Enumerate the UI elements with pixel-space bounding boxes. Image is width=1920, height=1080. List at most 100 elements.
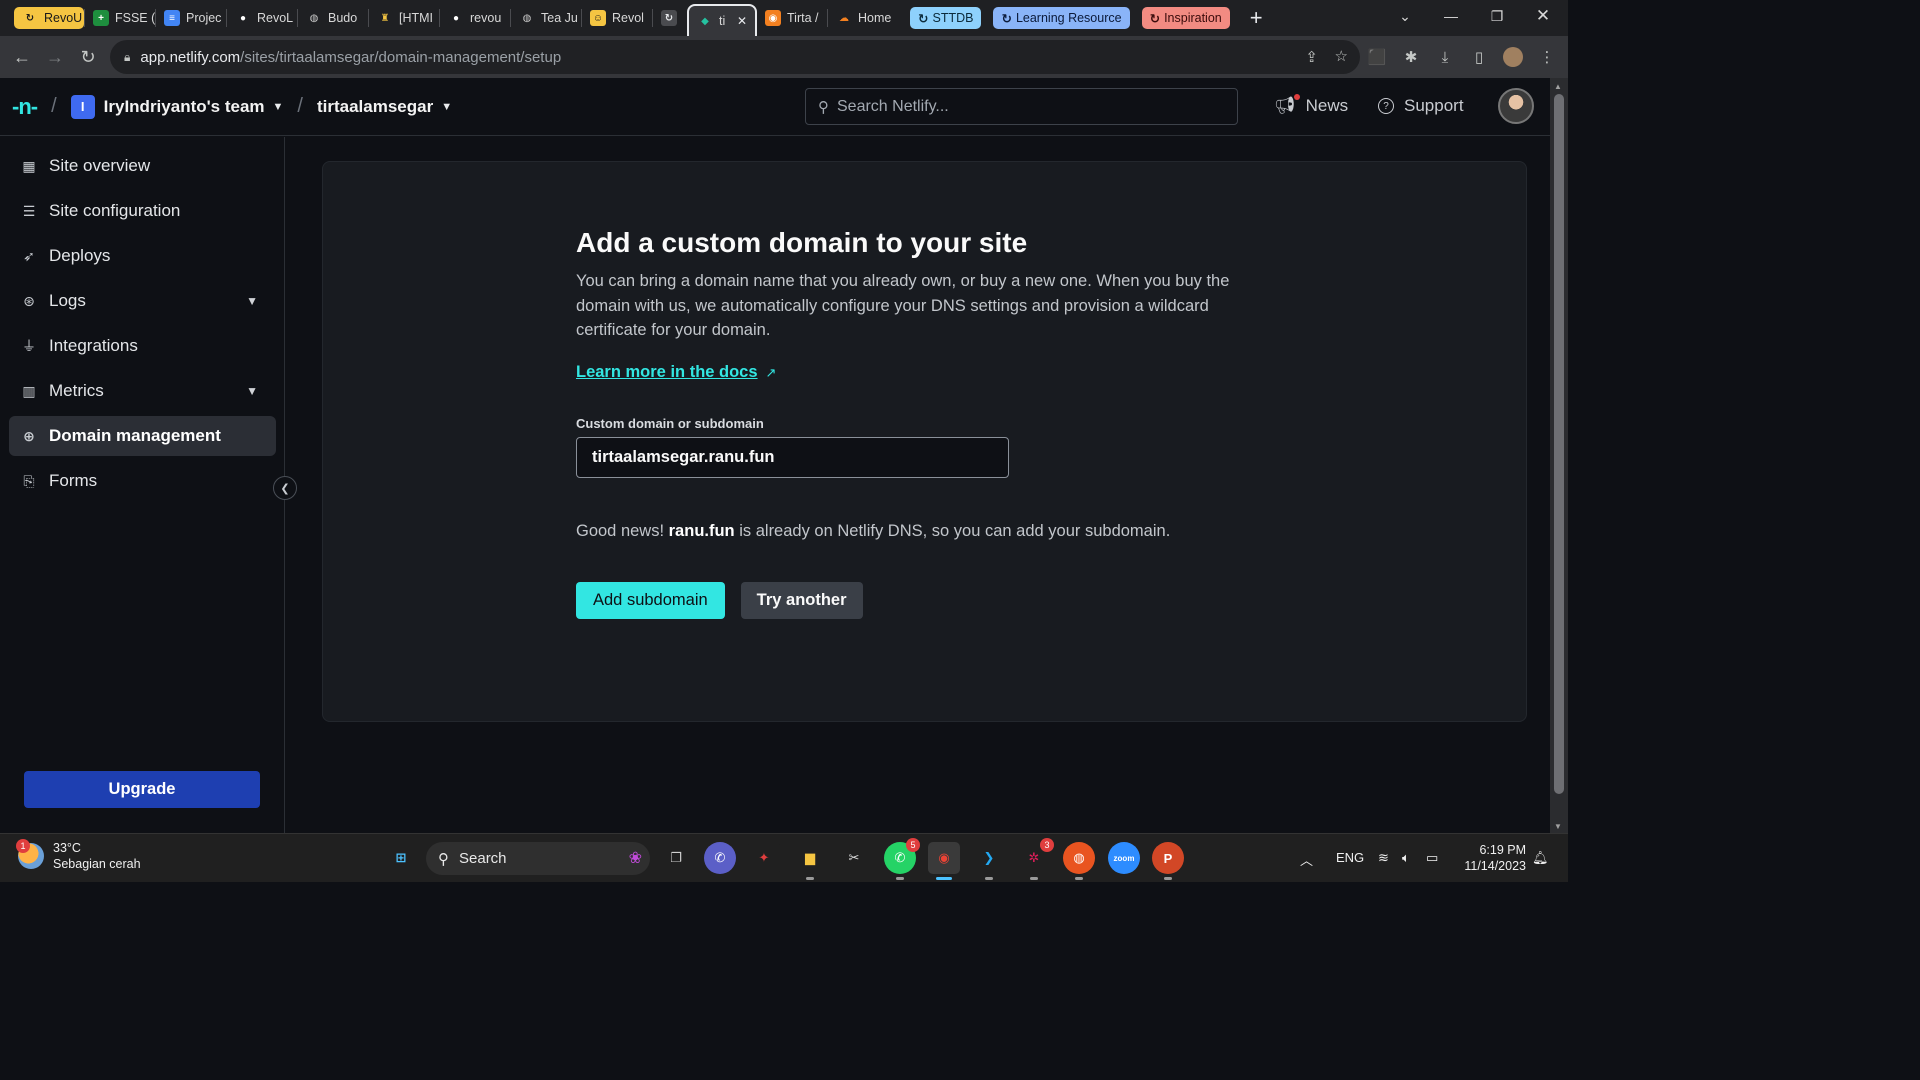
lock-icon: 🔒︎ [124,49,131,64]
close-window-button[interactable]: ✕ [1520,0,1566,32]
notification-bell-icon[interactable]: 🔔︎ [1532,850,1549,866]
browser-tab[interactable]: ● RevoL [227,4,297,32]
new-tab-button[interactable]: + [1250,5,1263,31]
tab-group-list: ↻ STTDB ↻ Learning Resource ↻ Inspiration [904,7,1236,29]
sidebar-item-metrics[interactable]: ▥ Metrics ▼ [9,371,276,411]
taskbar-search[interactable]: ⚲ Search ❀ [426,842,650,875]
tab-search-icon[interactable]: ⌄ [1382,0,1428,32]
maximize-button[interactable]: ❐ [1474,0,1520,32]
scroll-up-icon[interactable]: ▲ [1554,82,1562,91]
pdf-extension-icon[interactable]: ⬛ [1364,41,1390,73]
chrome-icon[interactable]: ◉ [928,842,960,880]
sidebar-item-integrations[interactable]: ⏚ Integrations [9,326,276,366]
chevron-down-icon[interactable]: ▼ [246,384,258,398]
browser-tab[interactable]: ☁ Home [828,4,898,32]
upgrade-button[interactable]: Upgrade [24,771,260,808]
scroll-down-icon[interactable]: ▼ [1554,822,1562,831]
app-red-icon[interactable]: ✦ [748,842,780,874]
user-avatar[interactable] [1498,88,1534,124]
browser-tab[interactable]: ≡ Projec [156,4,226,32]
battery-icon[interactable]: ▭ [1426,850,1438,866]
browser-menu-icon[interactable]: ⋮ [1534,41,1560,73]
browser-tab[interactable]: ◍ Budo [298,4,368,32]
snipping-tool-icon[interactable]: ✂ [838,842,870,874]
weather-notification-badge: 1 [16,839,30,853]
windows-start-icon[interactable]: ⊞ [385,842,417,874]
browser-tab[interactable]: ☺ Revol [582,4,652,32]
try-another-button[interactable]: Try another [740,581,863,619]
tab-favicon-icon: ● [235,10,251,26]
search-netlify-input[interactable]: ⚲ Search Netlify... [805,88,1238,125]
sidebar-item-forms[interactable]: ⎘ Forms [9,461,276,501]
sidebar-item-site-overview[interactable]: ▦ Site overview [9,146,276,186]
chevron-down-icon: ▼ [272,100,284,113]
file-explorer-icon[interactable]: ▆ [794,842,826,880]
share-icon[interactable]: ⇪ [1305,48,1318,66]
wifi-icon[interactable]: ≋ [1378,850,1389,866]
minimize-button[interactable]: — [1428,0,1474,32]
system-clock[interactable]: 6:19 PM 11/14/2023 [1456,842,1526,874]
download-icon[interactable]: ⤓ [1432,41,1458,73]
collapse-sidebar-button[interactable]: ❮ [273,476,297,500]
clock-time: 6:19 PM [1479,843,1526,857]
taskbar-app-glyph: zoom [1113,853,1135,863]
browser-tab[interactable]: ● revou [440,4,510,32]
custom-domain-input[interactable] [576,436,1009,478]
back-icon[interactable]: ← [6,41,38,73]
sliders-icon: ☰ [22,202,36,219]
chevron-down-icon[interactable]: ▼ [246,294,258,308]
tab-favicon-icon: ◍ [519,10,535,26]
zoom-icon[interactable]: zoom [1108,842,1140,874]
address-bar[interactable]: 🔒︎ app.netlify.com/sites/tirtaalamsegar/… [110,40,1360,74]
side-panel-icon[interactable]: ▯ [1466,41,1492,73]
tab-title: Tea Ju [541,11,578,25]
browser-tab[interactable]: ↻ RevoU [14,7,84,29]
browser-tab[interactable]: ◉ Tirta / [757,4,827,32]
support-link[interactable]: ? Support [1378,96,1464,116]
site-switcher[interactable]: tirtaalamsegar ▼ [317,97,452,117]
netlify-logo[interactable]: -n- [12,94,38,120]
vscode-icon[interactable]: ❯ [973,842,1005,880]
show-hidden-icons-icon[interactable]: ︿ [1300,850,1313,869]
profile-avatar[interactable] [1500,41,1526,73]
sidebar-item-label: Integrations [49,336,138,355]
bookmark-star-icon[interactable]: ☆ [1335,47,1348,65]
tab-group-chip[interactable]: ↻ Learning Resource [993,7,1130,29]
scroll-thumb[interactable] [1554,94,1564,794]
form-actions: Add subdomain Try another [576,581,1236,619]
sidebar-item-logs[interactable]: ⊛ Logs ▼ [9,281,276,321]
browser-tab[interactable]: ◍ Tea Ju [511,4,581,32]
team-switcher[interactable]: I IryIndriyanto's team ▼ [70,94,284,119]
sidebar-item-site-configuration[interactable]: ☰ Site configuration [9,191,276,231]
tab-favicon-icon: ☺ [590,10,606,26]
task-view-icon[interactable]: ❐ [660,842,692,874]
learn-more-docs-link[interactable]: Learn more in the docs [576,363,758,382]
browser-tab[interactable]: ↻ [653,4,687,32]
browser-tab[interactable]: ◆ ti ✕ [687,4,757,36]
add-subdomain-button[interactable]: Add subdomain [576,581,725,619]
page-scrollbar[interactable]: ▲ ▼ [1550,78,1568,833]
sidebar-item-deploys[interactable]: ➶ Deploys [9,236,276,276]
extensions-icon[interactable]: ✱ [1398,41,1424,73]
teams-chat-icon[interactable]: ✆ [704,842,736,874]
sidebar-item-domain-management[interactable]: ⊕ Domain management [9,416,276,456]
browser-tab[interactable]: ♜ [HTMI [369,4,439,32]
news-link[interactable]: 📢︎ News [1274,94,1348,116]
support-label: Support [1404,96,1464,115]
tab-group-chip[interactable]: ↻ Inspiration [1141,7,1230,29]
breadcrumb-separator: / [51,95,57,117]
language-indicator[interactable]: ENG [1336,850,1364,865]
reload-icon[interactable]: ↻ [72,41,104,73]
volume-icon[interactable]: 🔈︎ [1402,850,1410,866]
team-avatar: I [70,94,95,119]
tab-group-chip[interactable]: ↻ STTDB [910,7,982,29]
browser-tab[interactable]: + FSSE ( [85,4,155,32]
weather-widget[interactable]: 1 33°C Sebagian cerah [16,839,141,872]
tab-title: [HTMI [399,11,434,25]
slack-icon[interactable]: ✲ 3 [1018,838,1054,880]
ubuntu-icon[interactable]: ◍ [1063,842,1095,880]
close-tab-icon[interactable]: ✕ [737,14,747,28]
whatsapp-icon[interactable]: ✆ 5 [884,838,920,880]
powerpoint-icon[interactable]: P [1152,842,1184,880]
forward-icon[interactable]: → [39,41,71,73]
